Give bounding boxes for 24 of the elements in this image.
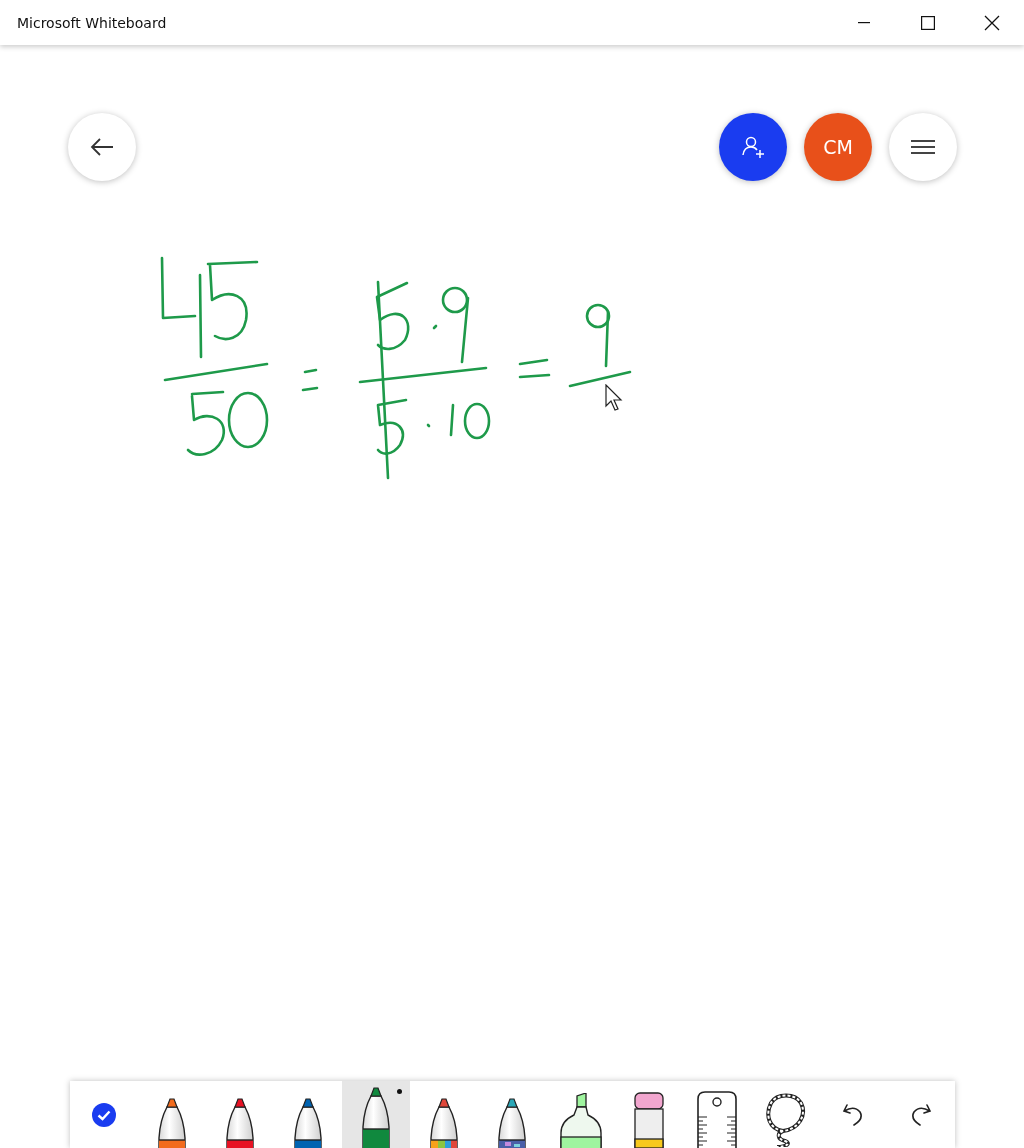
selected-dot <box>397 1089 403 1094</box>
pen-body-drawing <box>226 1106 254 1148</box>
check-icon <box>91 1101 118 1128</box>
profile-avatar[interactable]: CM <box>804 113 872 181</box>
tool-button[interactable] <box>342 1081 411 1148</box>
invite-button[interactable] <box>719 113 787 181</box>
pen-body-drawing <box>498 1106 527 1148</box>
close-icon <box>984 14 1000 31</box>
highlighter-body-drawing <box>559 1106 602 1148</box>
window-title: Microsoft Whiteboard <box>17 14 168 31</box>
menu-icon <box>911 139 935 155</box>
maximize-icon <box>921 15 935 30</box>
add-person-icon <box>741 135 765 159</box>
pen-body-drawing <box>362 1095 391 1148</box>
back-arrow-icon <box>90 137 114 157</box>
pen-body-drawing <box>430 1106 459 1148</box>
redo-icon <box>909 1102 932 1127</box>
pen-body-drawing <box>294 1106 322 1148</box>
pen-body-drawing <box>158 1106 186 1148</box>
minimize-icon <box>858 21 870 24</box>
menu-button[interactable] <box>889 113 957 181</box>
undo-icon <box>841 1102 864 1127</box>
pointer-icon <box>605 384 623 412</box>
eraser-icon <box>632 1092 665 1148</box>
